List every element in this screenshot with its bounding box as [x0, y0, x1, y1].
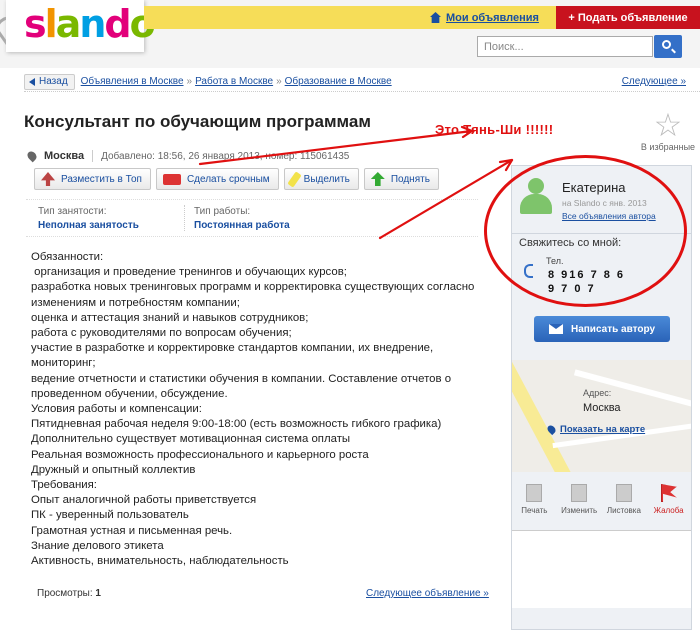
- ad-tools: Печать Изменить Листовка Жалоба: [512, 484, 691, 524]
- breadcrumb-separator: »: [276, 76, 282, 87]
- description-line: Дружный и опытный коллектив: [31, 463, 196, 476]
- breadcrumb: Назад Объявления в Москве » Работа в Мос…: [24, 72, 700, 92]
- description-line: ПК - уверенный пользователь: [31, 509, 189, 522]
- envelope-icon: [548, 324, 563, 334]
- prop-label: Тип работы:: [194, 206, 251, 217]
- description-line: работа с руководителями по вопросам обуч…: [31, 327, 292, 340]
- annotation-circle: [484, 155, 687, 307]
- location-map[interactable]: Адрес: Москва Показать на карте: [512, 360, 691, 472]
- description-line: Грамотная устная и письменная речь.: [31, 524, 233, 537]
- description-line: участие в разработке и корректировке ста…: [31, 342, 437, 370]
- flyer-button[interactable]: Листовка: [604, 484, 644, 524]
- write-author-label: Написать автору: [570, 323, 656, 335]
- highlighter-icon: [287, 170, 302, 188]
- favorite-button[interactable]: ☆ В избранные: [638, 108, 698, 152]
- highlight-label: Выделить: [303, 173, 350, 185]
- description-line: Пятидневная рабочая неделя 9:00-18:00 (е…: [31, 418, 442, 431]
- write-author-button[interactable]: Написать автору: [534, 316, 670, 342]
- promote-top-button[interactable]: Разместить в Топ: [34, 168, 151, 190]
- my-ads-link[interactable]: Мои объявления: [430, 6, 539, 29]
- prop-value[interactable]: Постоянная работа: [194, 220, 290, 231]
- employment-type: Тип занятости: Неполная занятость: [38, 206, 139, 231]
- breadcrumb-item[interactable]: Объявления в Москве: [81, 76, 184, 87]
- views-label: Просмотры:: [37, 588, 93, 599]
- promote-top-label: Разместить в Топ: [61, 173, 142, 185]
- highlight-button[interactable]: Выделить: [283, 168, 359, 190]
- views-count: 1: [95, 588, 101, 599]
- back-button[interactable]: Назад: [24, 73, 75, 90]
- ad-meta: Москва Добавлено: 18:56, 26 января 2013,…: [25, 149, 350, 163]
- breadcrumb-item[interactable]: Образование в Москве: [285, 76, 392, 87]
- logo-card[interactable]: slando: [6, 0, 156, 52]
- bump-label: Поднять: [390, 173, 430, 185]
- top-icon: [41, 172, 55, 186]
- ad-properties: Тип занятости: Неполная занятость Тип ра…: [26, 199, 478, 237]
- description-line: разработка новых тренинговых программ и …: [31, 281, 478, 309]
- arrow-up-icon: [370, 172, 385, 186]
- search-input[interactable]: Поиск...: [477, 36, 653, 57]
- star-icon[interactable]: ☆: [638, 108, 698, 142]
- description-line: организация и проведение тренингов и обу…: [31, 266, 347, 279]
- edit-label: Изменить: [561, 506, 598, 515]
- description-line: ведение отчетности и статистики обучения…: [31, 372, 455, 400]
- location-pin-icon: [25, 149, 39, 163]
- description-line: оценка и аттестация знаний и навыков сот…: [31, 311, 309, 324]
- back-label: Назад: [39, 76, 68, 87]
- arrow-left-icon: [29, 77, 35, 86]
- prop-label: Тип занятости:: [38, 206, 107, 217]
- print-button[interactable]: Печать: [514, 484, 554, 524]
- post-ad-button[interactable]: + Подать объявление: [556, 6, 700, 29]
- work-type: Тип работы: Постоянная работа: [194, 206, 290, 231]
- search-icon: [662, 40, 671, 49]
- views-counter: Просмотры: 1: [37, 588, 101, 599]
- make-urgent-label: Сделать срочным: [186, 173, 270, 185]
- address-value: Москва: [583, 402, 621, 414]
- ad-city: Москва: [44, 150, 85, 162]
- breadcrumb-item[interactable]: Работа в Москве: [195, 76, 273, 87]
- bump-button[interactable]: Поднять: [363, 168, 439, 190]
- description-line: Опыт аналогичной работы приветствуется: [31, 494, 257, 507]
- house-icon: [430, 12, 441, 23]
- description-line: Активность, внимательность, наблюдательн…: [31, 555, 289, 568]
- print-label: Печать: [521, 506, 548, 515]
- map-overlay: [512, 360, 691, 472]
- description-line: Условия работы и компенсации:: [31, 403, 202, 416]
- ad-actions: Разместить в Топ Сделать срочным Выделит…: [34, 168, 439, 190]
- description-line: Требования:: [31, 479, 97, 492]
- breadcrumb-separator: »: [186, 76, 193, 87]
- report-button[interactable]: Жалоба: [649, 484, 689, 524]
- urgent-tag-icon: [162, 173, 181, 185]
- ad-banner-slot: [512, 530, 691, 608]
- ad-description: Обязанности: организация и проведение тр…: [31, 250, 491, 569]
- printer-icon: [526, 484, 543, 502]
- search-button[interactable]: [654, 35, 682, 58]
- next-link[interactable]: Следующее »: [622, 76, 686, 87]
- flyer-icon: [615, 484, 632, 502]
- description-line: Обязанности:: [31, 251, 104, 263]
- divider: [92, 150, 94, 162]
- slando-logo[interactable]: slando: [24, 2, 156, 46]
- description-line: Реальная возможность профессионального и…: [31, 448, 369, 461]
- flyer-label: Листовка: [606, 506, 641, 515]
- prop-value[interactable]: Неполная занятость: [38, 220, 139, 231]
- edit-icon: [571, 484, 588, 502]
- next-ad-link[interactable]: Следующее объявление »: [366, 588, 489, 599]
- description-line: Знание делового этикета: [31, 539, 164, 552]
- show-on-map-link[interactable]: Показать на карте: [560, 424, 645, 435]
- favorite-label: В избранные: [640, 142, 696, 152]
- address-label: Адрес:: [583, 388, 612, 398]
- report-label: Жалоба: [653, 506, 684, 515]
- page-title: Консультант по обучающим программам: [24, 112, 371, 131]
- site-header: slando Мои объявления + Подать объявлени…: [0, 0, 700, 68]
- flag-icon: [660, 484, 677, 502]
- ad-added-info: Добавлено: 18:56, 26 января 2013, номер:…: [101, 150, 350, 162]
- make-urgent-button[interactable]: Сделать срочным: [155, 168, 279, 190]
- divider: [184, 205, 185, 231]
- description-line: Дополнительно существует мотивационная с…: [31, 433, 351, 446]
- edit-button[interactable]: Изменить: [559, 484, 599, 524]
- my-ads-label: Мои объявления: [446, 11, 539, 24]
- annotation-text: Это Тянь-Ши !!!!!!: [435, 122, 554, 137]
